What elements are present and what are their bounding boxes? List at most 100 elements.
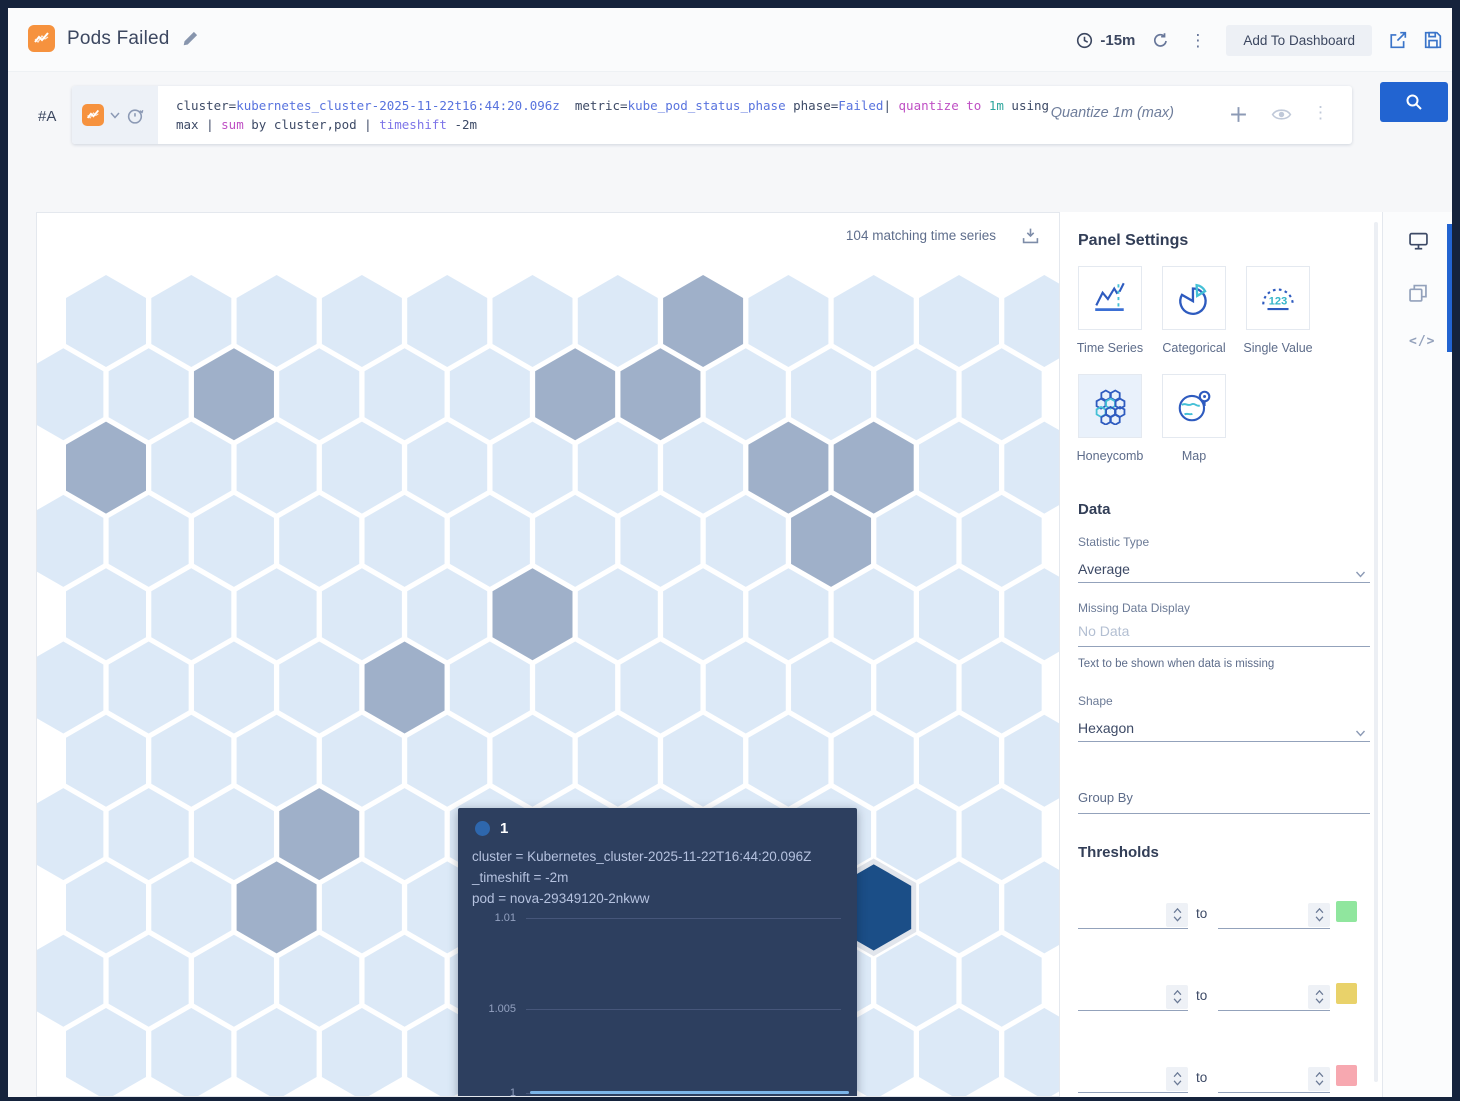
hex-cell-failed[interactable] xyxy=(834,422,914,514)
hex-cell-failed[interactable] xyxy=(620,348,700,440)
hex-cell[interactable] xyxy=(535,495,615,587)
panel-type-categorical[interactable] xyxy=(1162,266,1226,330)
panel-type-single-value[interactable]: 123 xyxy=(1246,266,1310,330)
hex-cell[interactable] xyxy=(1004,422,1060,514)
hex-cell[interactable] xyxy=(151,1008,231,1097)
hex-cell[interactable] xyxy=(578,422,658,514)
threshold-from-input[interactable] xyxy=(1078,928,1188,929)
hex-cell[interactable] xyxy=(706,348,786,440)
hex-cell[interactable] xyxy=(493,275,573,367)
download-icon[interactable] xyxy=(1022,227,1039,244)
stepper-control[interactable] xyxy=(1308,985,1330,1009)
hex-cell[interactable] xyxy=(919,861,999,953)
hex-cell[interactable] xyxy=(279,495,359,587)
hex-cell[interactable] xyxy=(493,422,573,514)
hex-cell[interactable] xyxy=(365,788,445,880)
hex-cell[interactable] xyxy=(151,861,231,953)
hex-cell[interactable] xyxy=(450,642,530,734)
stepper-control[interactable] xyxy=(1308,903,1330,927)
threshold-color-swatch-red[interactable] xyxy=(1336,1065,1357,1086)
hex-cell[interactable] xyxy=(620,642,700,734)
hex-cell[interactable] xyxy=(407,715,487,807)
hex-cell[interactable] xyxy=(237,1008,317,1097)
hex-cell[interactable] xyxy=(194,495,274,587)
hex-cell[interactable] xyxy=(663,422,743,514)
refresh-icon[interactable] xyxy=(1152,32,1169,49)
hex-cell[interactable] xyxy=(37,788,103,880)
query-type-selector[interactable] xyxy=(72,86,158,144)
share-export-icon[interactable] xyxy=(1389,31,1407,49)
hex-cell[interactable] xyxy=(962,642,1042,734)
hex-cell[interactable] xyxy=(962,348,1042,440)
edit-title-pencil-icon[interactable] xyxy=(182,30,199,47)
code-view-icon[interactable]: </> xyxy=(1409,334,1435,349)
hex-cell[interactable] xyxy=(791,642,871,734)
hex-cell[interactable] xyxy=(109,788,189,880)
hex-cell-failed[interactable] xyxy=(279,788,359,880)
hex-cell[interactable] xyxy=(450,348,530,440)
threshold-from-input[interactable] xyxy=(1078,1092,1188,1093)
hex-cell[interactable] xyxy=(365,348,445,440)
hex-cell[interactable] xyxy=(493,715,573,807)
hex-cell[interactable] xyxy=(1004,715,1060,807)
hex-cell[interactable] xyxy=(834,275,914,367)
panel-type-honeycomb[interactable] xyxy=(1078,374,1142,438)
hex-cell[interactable] xyxy=(66,1008,146,1097)
hex-cell[interactable] xyxy=(1004,275,1060,367)
query-expression[interactable]: cluster=kubernetes_cluster-2025-11-22t16… xyxy=(176,96,1049,134)
hex-cell[interactable] xyxy=(962,935,1042,1027)
hex-cell[interactable] xyxy=(407,568,487,660)
hex-cell[interactable] xyxy=(748,568,828,660)
hex-cell[interactable] xyxy=(876,788,956,880)
hex-cell[interactable] xyxy=(962,495,1042,587)
hex-cell[interactable] xyxy=(962,788,1042,880)
hex-cell[interactable] xyxy=(322,275,402,367)
hex-cell-failed[interactable] xyxy=(748,422,828,514)
hex-cell[interactable] xyxy=(663,715,743,807)
hex-cell[interactable] xyxy=(663,568,743,660)
hex-cell[interactable] xyxy=(237,568,317,660)
hex-cell[interactable] xyxy=(237,422,317,514)
hex-cell[interactable] xyxy=(791,348,871,440)
hex-cell[interactable] xyxy=(1004,861,1060,953)
header-kebab-menu-icon[interactable]: ⋮ xyxy=(1186,32,1209,49)
hex-cell[interactable] xyxy=(578,568,658,660)
hex-cell[interactable] xyxy=(194,642,274,734)
group-by-underline[interactable] xyxy=(1078,813,1370,814)
threshold-color-swatch-green[interactable] xyxy=(1336,901,1357,922)
hex-cell[interactable] xyxy=(37,495,103,587)
hex-cell[interactable] xyxy=(919,568,999,660)
hex-cell[interactable] xyxy=(834,715,914,807)
hex-cell[interactable] xyxy=(151,568,231,660)
hex-cell[interactable] xyxy=(706,642,786,734)
toggle-visibility-eye-icon[interactable] xyxy=(1271,107,1292,122)
hex-cell-failed[interactable] xyxy=(493,568,573,660)
hex-cell[interactable] xyxy=(876,348,956,440)
stepper-control[interactable] xyxy=(1166,1067,1188,1091)
hex-cell[interactable] xyxy=(365,495,445,587)
hex-cell[interactable] xyxy=(237,275,317,367)
hex-cell[interactable] xyxy=(450,495,530,587)
hex-cell[interactable] xyxy=(109,348,189,440)
add-to-dashboard-button[interactable]: Add To Dashboard xyxy=(1226,25,1372,56)
hex-cell[interactable] xyxy=(151,715,231,807)
hex-cell-failed[interactable] xyxy=(535,348,615,440)
hex-cell[interactable] xyxy=(237,715,317,807)
hex-cell[interactable] xyxy=(706,495,786,587)
hex-cell[interactable] xyxy=(279,348,359,440)
hex-cell[interactable] xyxy=(109,495,189,587)
hex-cell[interactable] xyxy=(66,568,146,660)
query-kebab-menu-icon[interactable]: ⋮ xyxy=(1309,104,1332,121)
hex-cell[interactable] xyxy=(876,642,956,734)
hex-cell[interactable] xyxy=(1004,1008,1060,1097)
hex-cell[interactable] xyxy=(151,422,231,514)
hex-cell[interactable] xyxy=(535,642,615,734)
hex-cell[interactable] xyxy=(66,861,146,953)
threshold-to-input[interactable] xyxy=(1218,1010,1330,1011)
display-settings-icon[interactable] xyxy=(1409,232,1428,255)
stepper-control[interactable] xyxy=(1166,903,1188,927)
hex-cell[interactable] xyxy=(109,642,189,734)
hex-cell[interactable] xyxy=(919,275,999,367)
threshold-from-input[interactable] xyxy=(1078,1010,1188,1011)
hex-cell[interactable] xyxy=(109,935,189,1027)
